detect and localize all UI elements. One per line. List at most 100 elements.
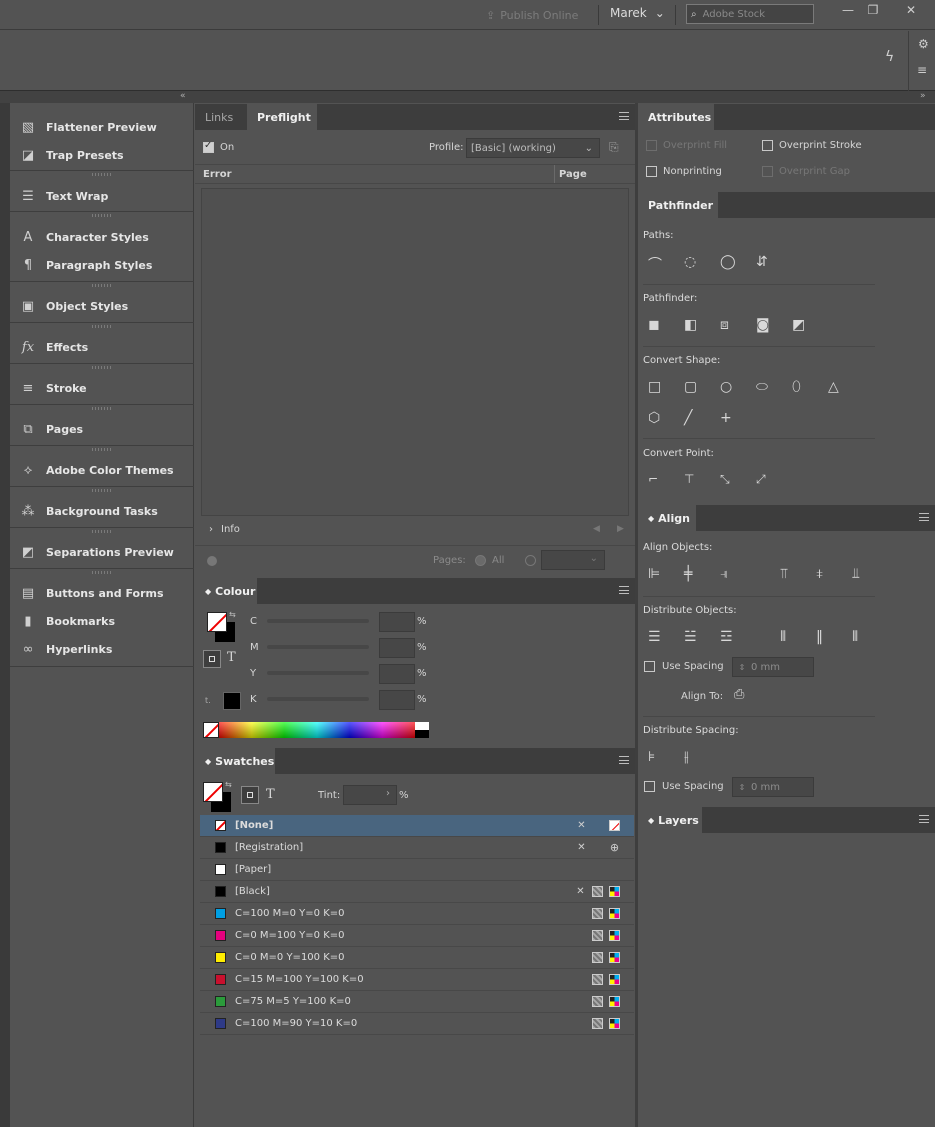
align-left-icon[interactable]: ⊫ [648,566,660,582]
grip[interactable] [92,173,112,176]
grip[interactable] [92,366,112,369]
plain-point-icon[interactable]: ⌐ [648,472,658,486]
container-mode-button[interactable] [203,650,221,668]
use-spacing-option-2[interactable]: Use Spacing [644,781,724,792]
fill-swatch-none[interactable] [207,612,227,632]
distribute-right-icon[interactable]: ⦀ [852,629,858,645]
spectrum-bar[interactable] [219,722,415,738]
swatch-row-black[interactable]: [Black] ✕ [200,881,634,903]
tab-swatches[interactable]: ◆ Swatches [195,748,275,774]
spacing-input[interactable]: ⇕ 0 mm [732,657,814,677]
info-disclosure[interactable]: › Info [209,524,240,535]
next-icon[interactable]: ▶ [617,524,624,534]
rectangle-icon[interactable]: □ [648,379,661,395]
tab-attributes[interactable]: Attributes [638,104,714,130]
gear-icon[interactable]: ⚙ [918,37,929,51]
rounded-rectangle-icon[interactable]: ▢ [684,379,697,395]
ramp-white[interactable] [415,722,429,730]
column-page[interactable]: Page [559,169,587,180]
tab-links[interactable]: Links [195,104,247,130]
panel-menu-icon[interactable] [919,815,929,823]
ramp-black[interactable] [415,730,429,738]
range-radio[interactable] [525,555,536,566]
close-path-icon[interactable]: ◯ [720,254,736,270]
swatch-row-magenta[interactable]: C=0 M=100 Y=0 K=0 [200,925,634,947]
distribute-horizontal-space-icon[interactable]: ⫲ [684,749,689,765]
last-color-swatch[interactable] [223,692,241,710]
ramp-none-icon[interactable] [203,722,219,738]
text-mode-button[interactable]: T [227,650,236,665]
spacing-input-2[interactable]: ⇕ 0 mm [732,777,814,797]
stepper-icon[interactable]: ⇕ [733,783,751,792]
panel-buttons-and-forms[interactable]: ▤ Buttons and Forms [18,582,164,604]
orthogonal-line-icon[interactable]: + [720,410,732,426]
channel-k-slider[interactable] [267,697,369,701]
panel-flattener-preview[interactable]: ▧ Flattener Preview [18,116,157,138]
on-checkbox[interactable] [203,140,214,153]
panel-pages[interactable]: ⧉ Pages [18,418,83,440]
grip[interactable] [92,325,112,328]
distribute-bottom-icon[interactable]: ☲ [720,629,733,645]
align-right-icon[interactable]: ⫣ [720,566,728,582]
container-mode-button[interactable] [241,786,259,804]
page-range-select[interactable]: ⌄ [541,550,605,570]
distribute-left-icon[interactable]: ⦀ [780,629,786,645]
distribute-horizontal-center-icon[interactable]: ‖ [816,629,823,645]
distribute-vertical-space-icon[interactable]: ⊧ [648,749,655,765]
prev-icon[interactable]: ◀ [593,524,600,534]
channel-k-input[interactable] [379,690,415,710]
fill-swatch-none[interactable] [203,782,223,802]
ellipse-icon[interactable]: ⬯ [792,379,801,395]
fill-stroke-proxy[interactable]: ⇆ [207,610,236,642]
grip[interactable] [92,448,112,451]
swatch-row-cyan[interactable]: C=100 M=0 Y=0 K=0 [200,903,634,925]
use-spacing-option[interactable]: Use Spacing [644,661,724,672]
panel-adobe-color-themes[interactable]: ⟡ Adobe Color Themes [18,459,174,481]
tab-layers[interactable]: ◆ Layers [638,807,702,833]
menu-icon[interactable]: ≡ [917,63,927,77]
panel-text-wrap[interactable]: ☰ Text Wrap [18,185,108,207]
channel-m-slider[interactable] [267,645,369,649]
swatch-row-paper[interactable]: [Paper] [200,859,634,881]
line-icon[interactable]: ╱ [684,410,692,426]
text-mode-button[interactable]: T [266,787,275,802]
grip[interactable] [92,284,112,287]
overprint-fill-option[interactable]: Overprint Fill [646,140,727,151]
align-vertical-center-icon[interactable]: ⧧ [816,566,823,582]
symmetrical-point-icon[interactable]: ⤢ [756,472,766,487]
publish-online-button[interactable]: ⇪ Publish Online [478,5,588,25]
lightning-icon[interactable]: ϟ [885,49,894,65]
swap-icon[interactable]: ⇆ [225,780,232,789]
channel-c-slider[interactable] [267,619,369,623]
distribute-top-icon[interactable]: ☰ [648,629,661,645]
overprint-stroke-checkbox[interactable] [762,140,773,151]
align-bottom-icon[interactable]: ⫫ [852,566,860,582]
triangle-icon[interactable]: △ [828,379,839,395]
error-list[interactable] [201,188,629,516]
exclude-overlap-icon[interactable]: ◙ [756,317,770,333]
panel-effects[interactable]: fx Effects [18,336,88,358]
align-to-selection-icon[interactable]: ⎙ [734,687,744,702]
join-path-icon[interactable]: ⌒ [648,254,662,274]
tab-colour[interactable]: ◆ Colour [195,578,257,604]
panel-separations-preview[interactable]: ◩ Separations Preview [18,541,174,563]
panel-menu-icon[interactable] [919,513,929,521]
preflight-on-toggle[interactable]: On [203,140,234,153]
nonprinting-checkbox[interactable] [646,166,657,177]
panel-bookmarks[interactable]: ▮ Bookmarks [18,610,115,632]
polygon-icon[interactable]: ⬡ [648,410,660,426]
panel-trap-presets[interactable]: ◪ Trap Presets [18,144,124,166]
panel-character-styles[interactable]: A Character Styles [18,226,149,248]
panel-stroke[interactable]: ≡ Stroke [18,377,87,399]
panel-paragraph-styles[interactable]: ¶ Paragraph Styles [18,254,153,276]
use-spacing-checkbox-2[interactable] [644,781,655,792]
user-menu[interactable]: Marek ⌄ [610,6,665,20]
use-spacing-checkbox[interactable] [644,661,655,672]
tint-input[interactable]: › [343,785,397,805]
close-button[interactable]: ✕ [896,0,926,20]
swatch-row-blue[interactable]: C=100 M=90 Y=10 K=0 [200,1013,634,1035]
grip[interactable] [92,489,112,492]
fill-stroke-proxy[interactable]: ⇆ [203,780,232,812]
align-top-icon[interactable]: ⫪ [780,566,788,582]
expand-right-icon[interactable]: » [920,91,926,101]
